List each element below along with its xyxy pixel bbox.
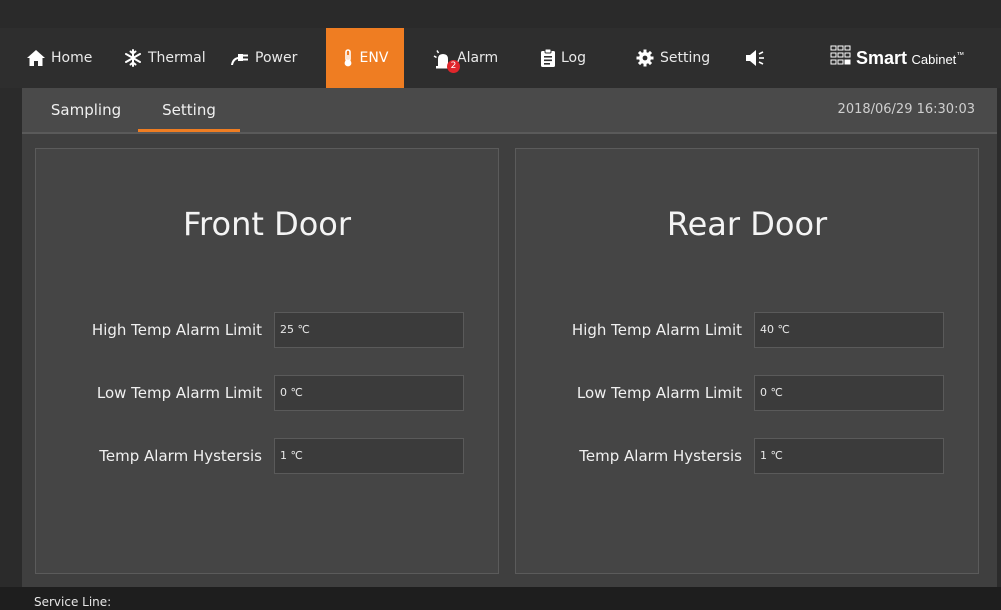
low-temp-limit-input[interactable]: 0 ℃ bbox=[274, 375, 464, 411]
nav-log-label: Log bbox=[561, 50, 587, 66]
logo-trademark: ™ bbox=[956, 50, 965, 60]
logo-grid-icon bbox=[830, 45, 852, 71]
brand-logo: Smart Cabinet™ bbox=[830, 28, 964, 88]
nav-home-label: Home bbox=[51, 50, 93, 66]
front-door-panel: Front Door High Temp Alarm Limit 25 ℃ Lo… bbox=[35, 148, 499, 574]
nav-log[interactable]: Log bbox=[541, 28, 586, 88]
datetime-display: 2018/06/29 16:30:03 bbox=[837, 102, 975, 117]
field-row: Temp Alarm Hystersis 1 ℃ bbox=[36, 438, 498, 474]
clipboard-icon bbox=[541, 49, 555, 67]
service-line-text: Service Line: bbox=[34, 595, 112, 609]
speaker-icon bbox=[745, 49, 767, 67]
high-temp-limit-input[interactable]: 25 ℃ bbox=[274, 312, 464, 348]
alarm-siren-icon: 2 bbox=[433, 47, 460, 73]
top-strip bbox=[0, 0, 1001, 28]
field-row: High Temp Alarm Limit 25 ℃ bbox=[36, 312, 498, 348]
field-row: Temp Alarm Hystersis 1 ℃ bbox=[516, 438, 978, 474]
thermometer-icon bbox=[342, 49, 354, 67]
nav-power-label: Power bbox=[255, 50, 298, 66]
tab-setting[interactable]: Setting bbox=[138, 88, 240, 132]
field-row: High Temp Alarm Limit 40 ℃ bbox=[516, 312, 978, 348]
nav-alarm[interactable]: 2 Alarm bbox=[433, 28, 498, 88]
field-label: High Temp Alarm Limit bbox=[571, 321, 742, 339]
field-label: Temp Alarm Hystersis bbox=[579, 447, 742, 465]
gear-icon bbox=[636, 49, 654, 67]
plug-icon bbox=[229, 49, 249, 67]
field-label: Low Temp Alarm Limit bbox=[96, 384, 262, 402]
high-temp-limit-input[interactable]: 40 ℃ bbox=[754, 312, 944, 348]
temp-hysteresis-input[interactable]: 1 ℃ bbox=[754, 438, 944, 474]
nav-thermal-label: Thermal bbox=[148, 50, 206, 66]
low-temp-limit-input[interactable]: 0 ℃ bbox=[754, 375, 944, 411]
nav-setting[interactable]: Setting bbox=[636, 28, 710, 88]
nav-setting-label: Setting bbox=[660, 50, 711, 66]
alarm-count-badge: 2 bbox=[447, 60, 460, 73]
logo-text: Smart Cabinet™ bbox=[856, 48, 964, 69]
field-row: Low Temp Alarm Limit 0 ℃ bbox=[516, 375, 978, 411]
sub-nav: Sampling Setting 2018/06/29 16:30:03 bbox=[22, 88, 997, 134]
logo-light: Cabinet bbox=[911, 51, 957, 67]
field-row: Low Temp Alarm Limit 0 ℃ bbox=[36, 375, 498, 411]
field-label: High Temp Alarm Limit bbox=[91, 321, 262, 339]
rear-door-panel: Rear Door High Temp Alarm Limit 40 ℃ Low… bbox=[515, 148, 979, 574]
sound-toggle[interactable] bbox=[745, 28, 767, 88]
nav-alarm-label: Alarm bbox=[457, 50, 499, 66]
nav-thermal[interactable]: Thermal bbox=[124, 28, 206, 88]
field-label: Low Temp Alarm Limit bbox=[576, 384, 742, 402]
home-icon bbox=[27, 50, 45, 66]
nav-env-label: ENV bbox=[359, 50, 389, 66]
logo-bold: Smart bbox=[856, 47, 908, 68]
nav-power[interactable]: Power bbox=[229, 28, 297, 88]
panel-title: Front Door bbox=[182, 205, 352, 243]
footer-bar: Service Line: bbox=[0, 587, 1001, 610]
content-frame: Sampling Setting 2018/06/29 16:30:03 Fro… bbox=[22, 88, 997, 587]
nav-home[interactable]: Home bbox=[27, 28, 92, 88]
tab-sampling[interactable]: Sampling bbox=[46, 88, 126, 132]
nav-env[interactable]: ENV bbox=[326, 28, 404, 97]
panel-title: Rear Door bbox=[666, 205, 828, 243]
temp-hysteresis-input[interactable]: 1 ℃ bbox=[274, 438, 464, 474]
snowflake-icon bbox=[124, 49, 142, 67]
field-label: Temp Alarm Hystersis bbox=[99, 447, 262, 465]
